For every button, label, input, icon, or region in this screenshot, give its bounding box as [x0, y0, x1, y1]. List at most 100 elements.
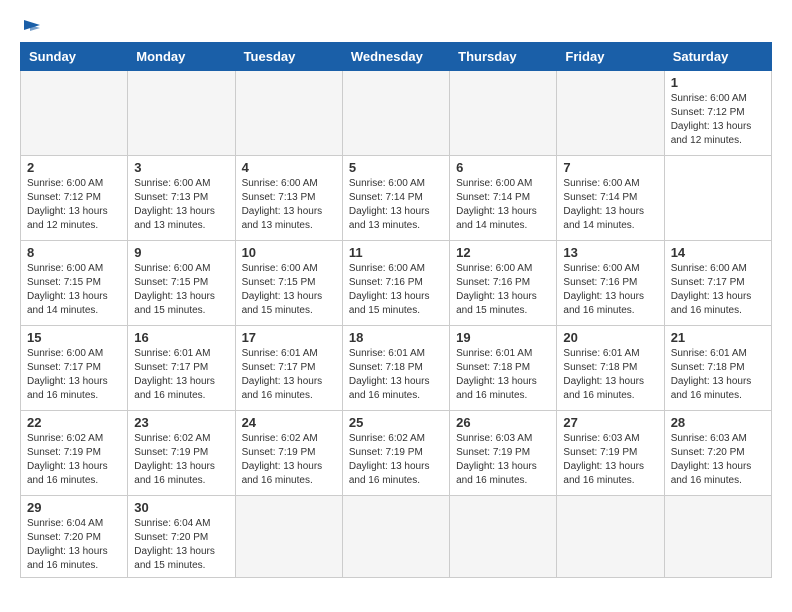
empty-cell [342, 71, 449, 156]
day-number: 1 [671, 75, 765, 90]
day-info: Sunrise: 6:00 AMSunset: 7:14 PMDaylight:… [563, 178, 644, 231]
day-number: 7 [563, 160, 657, 175]
column-header-sunday: Sunday [21, 43, 128, 71]
column-header-tuesday: Tuesday [235, 43, 342, 71]
day-number: 10 [242, 245, 336, 260]
day-info: Sunrise: 6:01 AMSunset: 7:17 PMDaylight:… [134, 348, 215, 401]
calendar-day-28: 28 Sunrise: 6:03 AMSunset: 7:20 PMDayligh… [664, 411, 771, 496]
day-info: Sunrise: 6:01 AMSunset: 7:17 PMDaylight:… [242, 348, 323, 401]
day-number: 3 [134, 160, 228, 175]
header [20, 20, 772, 34]
day-info: Sunrise: 6:00 AMSunset: 7:15 PMDaylight:… [134, 263, 215, 316]
calendar-day-24: 24 Sunrise: 6:02 AMSunset: 7:19 PMDayligh… [235, 411, 342, 496]
day-info: Sunrise: 6:00 AMSunset: 7:13 PMDaylight:… [242, 178, 323, 231]
day-number: 24 [242, 415, 336, 430]
day-number: 12 [456, 245, 550, 260]
calendar-day-20: 20Sunrise: 6:01 AMSunset: 7:18 PMDayligh… [557, 326, 664, 411]
calendar-week-row: 8 Sunrise: 6:00 AMSunset: 7:15 PMDaylight… [21, 241, 772, 326]
day-number: 27 [563, 415, 657, 430]
day-number: 14 [671, 245, 765, 260]
empty-cell [21, 71, 128, 156]
day-info: Sunrise: 6:03 AMSunset: 7:19 PMDaylight:… [563, 433, 644, 486]
day-info: Sunrise: 6:01 AMSunset: 7:18 PMDaylight:… [456, 348, 537, 401]
calendar-day-7: 7 Sunrise: 6:00 AMSunset: 7:14 PMDaylight… [557, 156, 664, 241]
day-info: Sunrise: 6:00 AMSunset: 7:16 PMDaylight:… [349, 263, 430, 316]
calendar-day-29: 29 Sunrise: 6:04 AMSunset: 7:20 PMDayligh… [21, 496, 128, 578]
calendar-day-16: 16 Sunrise: 6:01 AMSunset: 7:17 PMDayligh… [128, 326, 235, 411]
logo [20, 20, 42, 34]
day-info: Sunrise: 6:00 AMSunset: 7:17 PMDaylight:… [671, 263, 752, 316]
day-info: Sunrise: 6:00 AMSunset: 7:12 PMDaylight:… [671, 93, 752, 146]
calendar-day-23: 23 Sunrise: 6:02 AMSunset: 7:19 PMDayligh… [128, 411, 235, 496]
empty-cell [557, 496, 664, 578]
calendar-day-17: 17Sunrise: 6:01 AMSunset: 7:17 PMDayligh… [235, 326, 342, 411]
day-number: 29 [27, 500, 121, 515]
day-number: 28 [671, 415, 765, 430]
calendar-day-21: 21 Sunrise: 6:01 AMSunset: 7:18 PMDayligh… [664, 326, 771, 411]
empty-cell [342, 496, 449, 578]
day-number: 8 [27, 245, 121, 260]
day-info: Sunrise: 6:02 AMSunset: 7:19 PMDaylight:… [242, 433, 323, 486]
day-number: 9 [134, 245, 228, 260]
day-number: 22 [27, 415, 121, 430]
empty-cell [235, 71, 342, 156]
day-info: Sunrise: 6:00 AMSunset: 7:12 PMDaylight:… [27, 178, 108, 231]
calendar-week-row: 2 Sunrise: 6:00 AMSunset: 7:12 PMDaylight… [21, 156, 772, 241]
calendar-day-4: 4 Sunrise: 6:00 AMSunset: 7:13 PMDaylight… [235, 156, 342, 241]
day-info: Sunrise: 6:01 AMSunset: 7:18 PMDaylight:… [349, 348, 430, 401]
day-number: 21 [671, 330, 765, 345]
day-info: Sunrise: 6:00 AMSunset: 7:16 PMDaylight:… [563, 263, 644, 316]
calendar-day-10: 10 Sunrise: 6:00 AMSunset: 7:15 PMDayligh… [235, 241, 342, 326]
day-number: 6 [456, 160, 550, 175]
day-number: 16 [134, 330, 228, 345]
column-header-thursday: Thursday [450, 43, 557, 71]
day-info: Sunrise: 6:04 AMSunset: 7:20 PMDaylight:… [27, 518, 108, 571]
calendar-day-8: 8 Sunrise: 6:00 AMSunset: 7:15 PMDaylight… [21, 241, 128, 326]
calendar-day-1: 1 Sunrise: 6:00 AMSunset: 7:12 PMDaylight… [664, 71, 771, 156]
day-info: Sunrise: 6:02 AMSunset: 7:19 PMDaylight:… [349, 433, 430, 486]
calendar-week-row: 22 Sunrise: 6:02 AMSunset: 7:19 PMDayligh… [21, 411, 772, 496]
calendar-day-12: 12Sunrise: 6:00 AMSunset: 7:16 PMDayligh… [450, 241, 557, 326]
day-info: Sunrise: 6:00 AMSunset: 7:13 PMDaylight:… [134, 178, 215, 231]
day-info: Sunrise: 6:00 AMSunset: 7:14 PMDaylight:… [456, 178, 537, 231]
calendar-week-row: 15Sunrise: 6:00 AMSunset: 7:17 PMDayligh… [21, 326, 772, 411]
day-info: Sunrise: 6:00 AMSunset: 7:15 PMDaylight:… [242, 263, 323, 316]
day-info: Sunrise: 6:03 AMSunset: 7:19 PMDaylight:… [456, 433, 537, 486]
calendar-week-row: 1 Sunrise: 6:00 AMSunset: 7:12 PMDaylight… [21, 71, 772, 156]
day-info: Sunrise: 6:04 AMSunset: 7:20 PMDaylight:… [134, 518, 215, 571]
day-info: Sunrise: 6:01 AMSunset: 7:18 PMDaylight:… [671, 348, 752, 401]
empty-cell [450, 496, 557, 578]
calendar-day-27: 27 Sunrise: 6:03 AMSunset: 7:19 PMDayligh… [557, 411, 664, 496]
calendar-day-6: 6 Sunrise: 6:00 AMSunset: 7:14 PMDaylight… [450, 156, 557, 241]
calendar-day-26: 26 Sunrise: 6:03 AMSunset: 7:19 PMDayligh… [450, 411, 557, 496]
day-number: 13 [563, 245, 657, 260]
column-header-wednesday: Wednesday [342, 43, 449, 71]
calendar-day-25: 25Sunrise: 6:02 AMSunset: 7:19 PMDayligh… [342, 411, 449, 496]
day-number: 2 [27, 160, 121, 175]
day-number: 26 [456, 415, 550, 430]
day-info: Sunrise: 6:03 AMSunset: 7:20 PMDaylight:… [671, 433, 752, 486]
calendar-day-15: 15Sunrise: 6:00 AMSunset: 7:17 PMDayligh… [21, 326, 128, 411]
logo-flag-icon [22, 20, 42, 36]
empty-cell [235, 496, 342, 578]
day-number: 23 [134, 415, 228, 430]
calendar-day-30: 30Sunrise: 6:04 AMSunset: 7:20 PMDayligh… [128, 496, 235, 578]
calendar-table: SundayMondayTuesdayWednesdayThursdayFrid… [20, 42, 772, 578]
column-header-saturday: Saturday [664, 43, 771, 71]
empty-cell [450, 71, 557, 156]
day-number: 18 [349, 330, 443, 345]
empty-cell [664, 496, 771, 578]
empty-cell [128, 71, 235, 156]
calendar-day-18: 18 Sunrise: 6:01 AMSunset: 7:18 PMDayligh… [342, 326, 449, 411]
calendar-day-9: 9 Sunrise: 6:00 AMSunset: 7:15 PMDaylight… [128, 241, 235, 326]
day-number: 15 [27, 330, 121, 345]
day-info: Sunrise: 6:02 AMSunset: 7:19 PMDaylight:… [134, 433, 215, 486]
calendar-day-13: 13 Sunrise: 6:00 AMSunset: 7:16 PMDayligh… [557, 241, 664, 326]
calendar-day-22: 22 Sunrise: 6:02 AMSunset: 7:19 PMDayligh… [21, 411, 128, 496]
calendar-day-11: 11Sunrise: 6:00 AMSunset: 7:16 PMDayligh… [342, 241, 449, 326]
day-info: Sunrise: 6:00 AMSunset: 7:15 PMDaylight:… [27, 263, 108, 316]
day-info: Sunrise: 6:02 AMSunset: 7:19 PMDaylight:… [27, 433, 108, 486]
day-number: 19 [456, 330, 550, 345]
calendar-week-row: 29 Sunrise: 6:04 AMSunset: 7:20 PMDayligh… [21, 496, 772, 578]
day-number: 4 [242, 160, 336, 175]
